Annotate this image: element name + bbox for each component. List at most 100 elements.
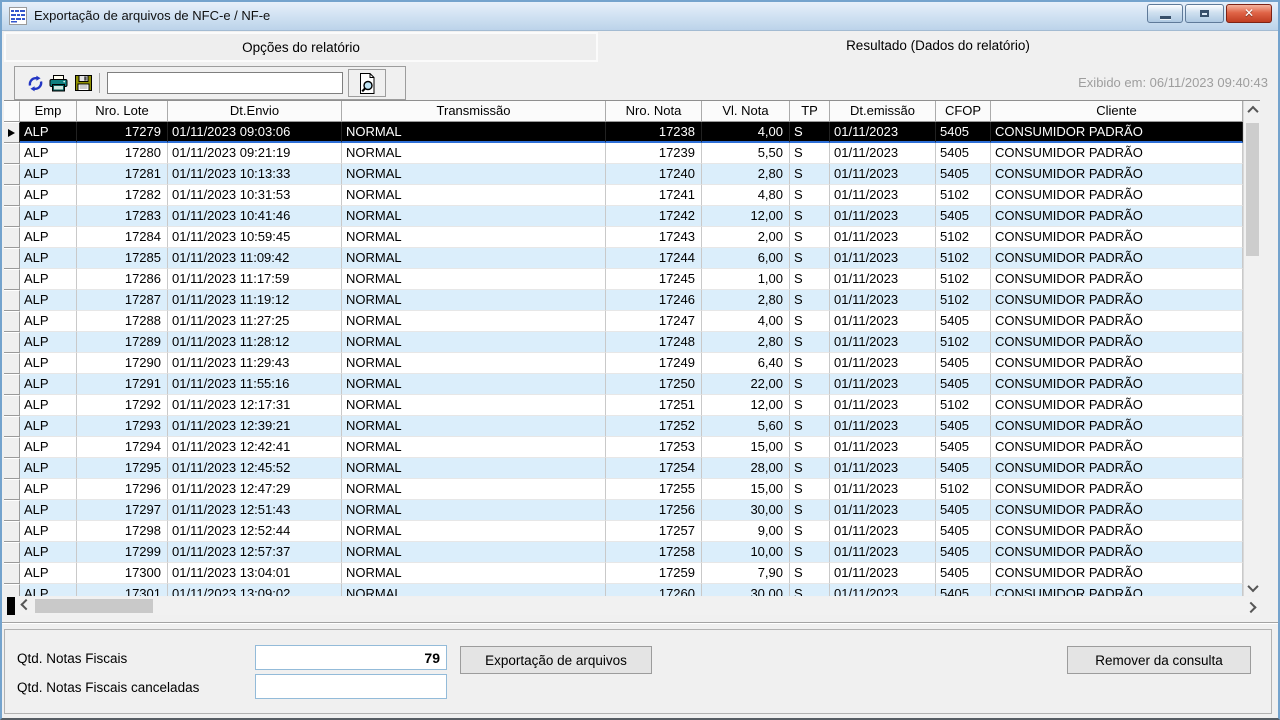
- grid-rows: ALP1727901/11/2023 09:03:06NORMAL172384,…: [4, 122, 1243, 596]
- cell-cfop: 5405: [936, 458, 991, 479]
- preview-button[interactable]: [348, 69, 386, 97]
- qtd-notas-field[interactable]: [255, 645, 447, 670]
- cell-nota: 17243: [606, 227, 702, 248]
- app-window: Exportação de arquivos de NFC-e / NF-e ✕…: [0, 0, 1280, 720]
- cell-cliente: CONSUMIDOR PADRÃO: [991, 164, 1243, 185]
- export-files-button[interactable]: Exportação de arquivos: [460, 646, 652, 674]
- tab-opcoes-relatorio[interactable]: Opções do relatório: [4, 32, 598, 62]
- column-header-lote[interactable]: Nro. Lote: [77, 101, 168, 122]
- scroll-right-button[interactable]: [1242, 597, 1259, 615]
- column-header-cfop[interactable]: CFOP: [936, 101, 991, 122]
- cell-lote: 17283: [77, 206, 168, 227]
- table-row[interactable]: ALP1728901/11/2023 11:28:12NORMAL172482,…: [4, 332, 1243, 353]
- scroll-down-button[interactable]: [1244, 579, 1261, 596]
- column-header-valor[interactable]: Vl. Nota: [702, 101, 790, 122]
- cell-valor: 6,40: [702, 353, 790, 374]
- save-button[interactable]: [71, 70, 95, 96]
- cell-nota: 17247: [606, 311, 702, 332]
- table-row[interactable]: ALP1729501/11/2023 12:45:52NORMAL1725428…: [4, 458, 1243, 479]
- minimize-button[interactable]: [1147, 4, 1183, 23]
- table-row[interactable]: ALP1729401/11/2023 12:42:41NORMAL1725315…: [4, 437, 1243, 458]
- vertical-scrollbar[interactable]: [1243, 101, 1260, 596]
- table-row[interactable]: ALP1730001/11/2023 13:04:01NORMAL172597,…: [4, 563, 1243, 584]
- cell-valor: 4,00: [702, 311, 790, 332]
- tab-resultado[interactable]: Resultado (Dados do relatório): [600, 32, 1276, 62]
- cell-lote: 17300: [77, 563, 168, 584]
- horizontal-scrollbar[interactable]: [4, 597, 1260, 615]
- cell-transmissao: NORMAL: [342, 143, 606, 164]
- refresh-button[interactable]: [23, 70, 47, 96]
- cell-transmissao: NORMAL: [342, 521, 606, 542]
- cell-nota: 17240: [606, 164, 702, 185]
- table-row[interactable]: ALP1728401/11/2023 10:59:45NORMAL172432,…: [4, 227, 1243, 248]
- horizontal-scroll-thumb[interactable]: [35, 599, 153, 613]
- remove-from-query-button[interactable]: Remover da consulta: [1067, 646, 1251, 674]
- table-row[interactable]: ALP1727901/11/2023 09:03:06NORMAL172384,…: [4, 122, 1243, 143]
- minimize-icon: [1160, 16, 1171, 19]
- table-row[interactable]: ALP1728801/11/2023 11:27:25NORMAL172474,…: [4, 311, 1243, 332]
- cell-cliente: CONSUMIDOR PADRÃO: [991, 458, 1243, 479]
- cell-transmissao: NORMAL: [342, 332, 606, 353]
- cell-valor: 28,00: [702, 458, 790, 479]
- table-row[interactable]: ALP1729101/11/2023 11:55:16NORMAL1725022…: [4, 374, 1243, 395]
- column-header-dt_envio[interactable]: Dt.Envio: [168, 101, 342, 122]
- cell-transmissao: NORMAL: [342, 500, 606, 521]
- column-header-emp[interactable]: Emp: [20, 101, 77, 122]
- cell-dt_emissao: 01/11/2023: [830, 479, 936, 500]
- column-header-dt_emissao[interactable]: Dt.emissão: [830, 101, 936, 122]
- cell-cfop: 5102: [936, 185, 991, 206]
- cell-valor: 2,80: [702, 290, 790, 311]
- column-header-tp[interactable]: TP: [790, 101, 830, 122]
- cell-dt_envio: 01/11/2023 11:19:12: [168, 290, 342, 311]
- cell-valor: 2,00: [702, 227, 790, 248]
- column-header-cliente[interactable]: Cliente: [991, 101, 1243, 122]
- qtd-notas-canceladas-field[interactable]: [255, 674, 447, 699]
- cell-dt_emissao: 01/11/2023: [830, 563, 936, 584]
- cell-tp: S: [790, 584, 830, 596]
- table-row[interactable]: ALP1729201/11/2023 12:17:31NORMAL1725112…: [4, 395, 1243, 416]
- maximize-button[interactable]: [1185, 4, 1224, 23]
- cell-transmissao: NORMAL: [342, 164, 606, 185]
- table-row[interactable]: ALP1728501/11/2023 11:09:42NORMAL172446,…: [4, 248, 1243, 269]
- cell-nota: 17245: [606, 269, 702, 290]
- table-row[interactable]: ALP1729601/11/2023 12:47:29NORMAL1725515…: [4, 479, 1243, 500]
- cell-dt_emissao: 01/11/2023: [830, 374, 936, 395]
- scroll-left-button[interactable]: [17, 597, 34, 615]
- close-button[interactable]: ✕: [1226, 4, 1272, 23]
- titlebar[interactable]: Exportação de arquivos de NFC-e / NF-e ✕: [2, 2, 1278, 31]
- cell-nota: 17251: [606, 395, 702, 416]
- cell-lote: 17285: [77, 248, 168, 269]
- table-row[interactable]: ALP1728201/11/2023 10:31:53NORMAL172414,…: [4, 185, 1243, 206]
- row-gutter: [4, 164, 20, 185]
- table-row[interactable]: ALP1729701/11/2023 12:51:43NORMAL1725630…: [4, 500, 1243, 521]
- table-row[interactable]: ALP1728701/11/2023 11:19:12NORMAL172462,…: [4, 290, 1243, 311]
- cell-dt_envio: 01/11/2023 11:28:12: [168, 332, 342, 353]
- table-row[interactable]: ALP1729901/11/2023 12:57:37NORMAL1725810…: [4, 542, 1243, 563]
- cell-lote: 17293: [77, 416, 168, 437]
- cell-tp: S: [790, 164, 830, 185]
- cell-valor: 15,00: [702, 479, 790, 500]
- cell-transmissao: NORMAL: [342, 395, 606, 416]
- cell-emp: ALP: [20, 332, 77, 353]
- table-row[interactable]: ALP1728601/11/2023 11:17:59NORMAL172451,…: [4, 269, 1243, 290]
- cell-dt_envio: 01/11/2023 11:29:43: [168, 353, 342, 374]
- cell-emp: ALP: [20, 416, 77, 437]
- row-gutter: [4, 185, 20, 206]
- cell-cfop: 5102: [936, 269, 991, 290]
- table-row[interactable]: ALP1729301/11/2023 12:39:21NORMAL172525,…: [4, 416, 1243, 437]
- table-row[interactable]: ALP1730101/11/2023 13:09:02NORMAL1726030…: [4, 584, 1243, 596]
- scroll-up-button[interactable]: [1244, 101, 1261, 118]
- print-button[interactable]: [47, 70, 71, 96]
- cell-dt_emissao: 01/11/2023: [830, 122, 936, 143]
- column-header-nota[interactable]: Nro. Nota: [606, 101, 702, 122]
- vertical-scroll-thumb[interactable]: [1246, 123, 1259, 256]
- table-row[interactable]: ALP1729801/11/2023 12:52:44NORMAL172579,…: [4, 521, 1243, 542]
- table-row[interactable]: ALP1728301/11/2023 10:41:46NORMAL1724212…: [4, 206, 1243, 227]
- table-row[interactable]: ALP1728001/11/2023 09:21:19NORMAL172395,…: [4, 143, 1243, 164]
- cell-emp: ALP: [20, 269, 77, 290]
- table-row[interactable]: ALP1729001/11/2023 11:29:43NORMAL172496,…: [4, 353, 1243, 374]
- cell-dt_envio: 01/11/2023 10:41:46: [168, 206, 342, 227]
- search-input[interactable]: [107, 72, 343, 94]
- column-header-transmissao[interactable]: Transmissão: [342, 101, 606, 122]
- table-row[interactable]: ALP1728101/11/2023 10:13:33NORMAL172402,…: [4, 164, 1243, 185]
